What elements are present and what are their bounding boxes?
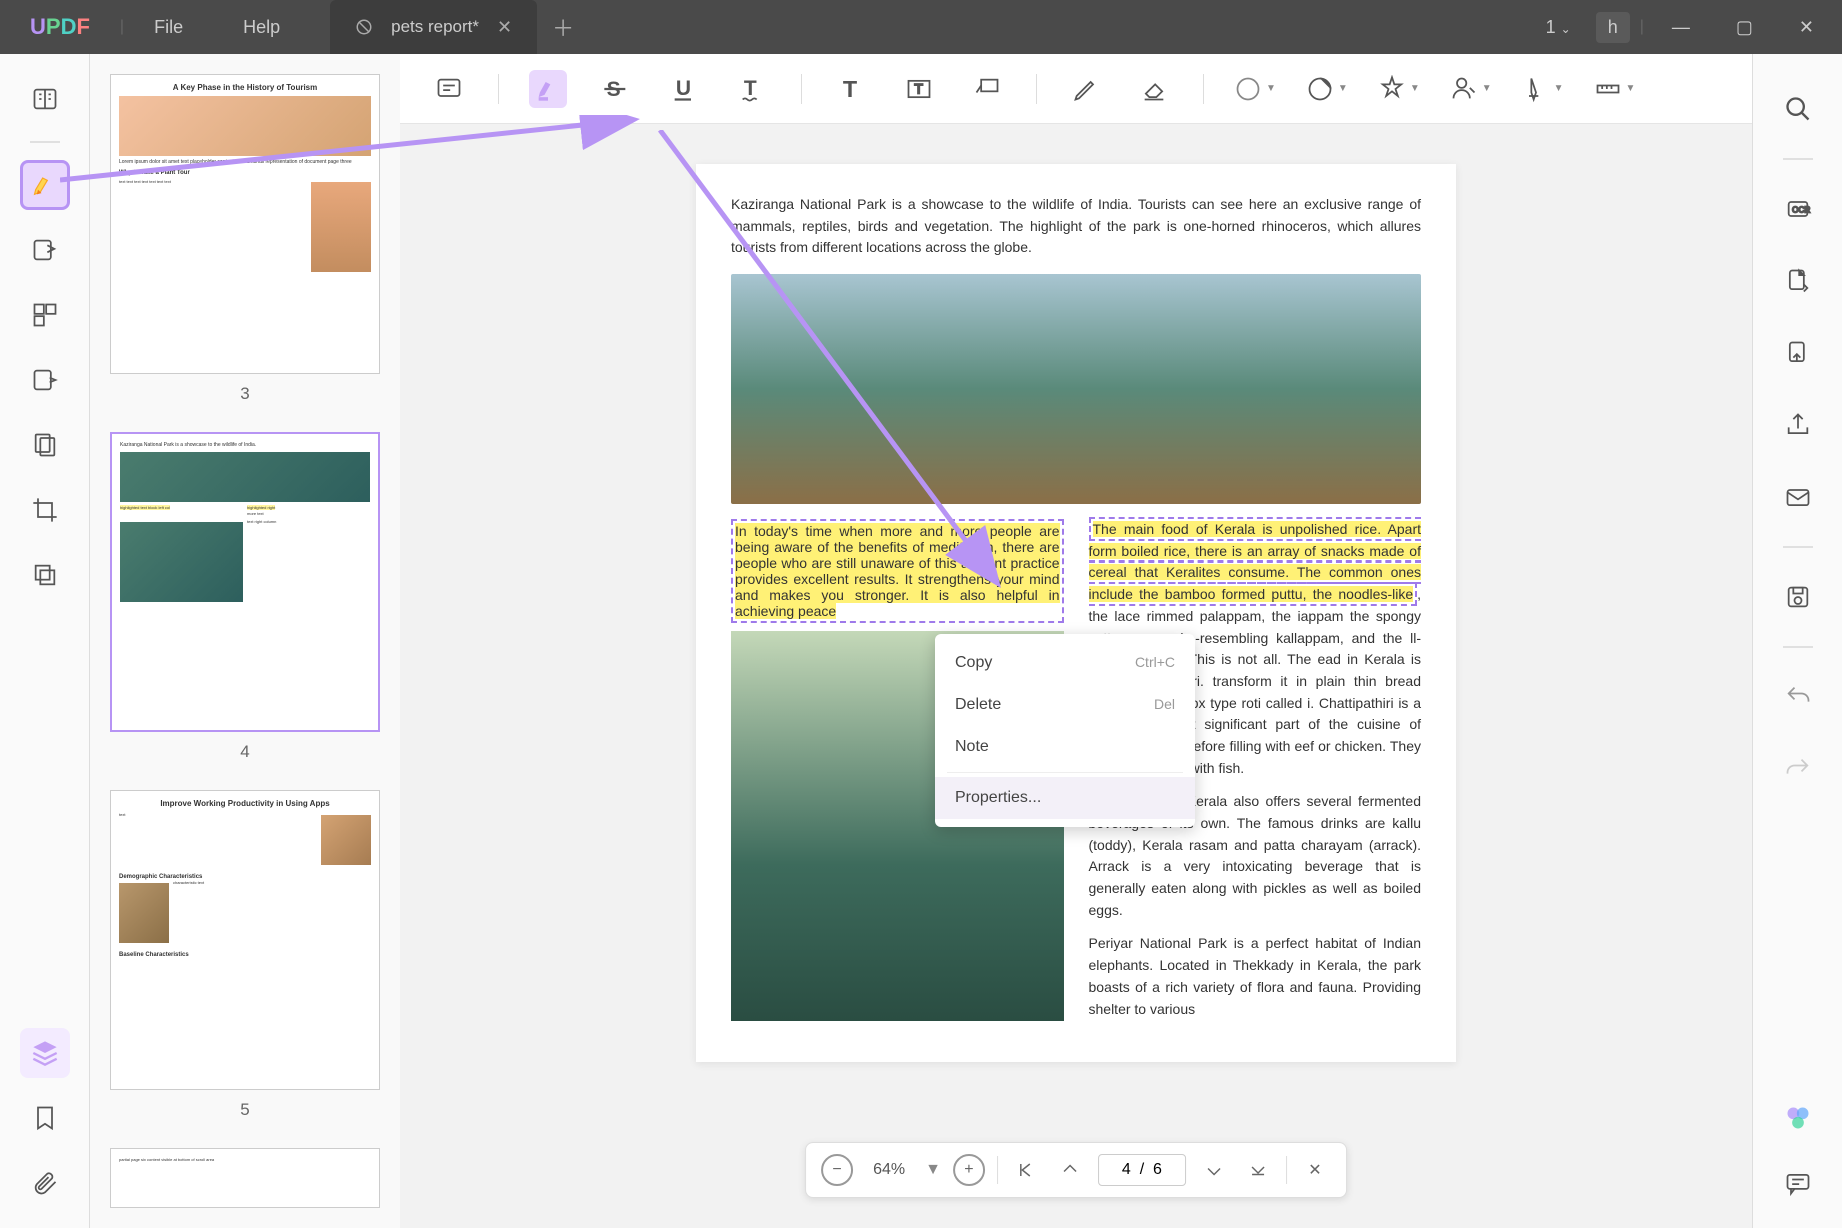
maximize-button[interactable]: ▢ bbox=[1718, 9, 1771, 46]
zoom-dropdown[interactable]: ▼ bbox=[925, 1161, 941, 1179]
svg-text:OCR: OCR bbox=[1792, 206, 1810, 215]
prev-page-button[interactable] bbox=[1054, 1154, 1086, 1186]
thumbnails-panel: A Key Phase in the History of Tourism Lo… bbox=[90, 54, 400, 1228]
minimize-button[interactable]: — bbox=[1654, 9, 1708, 46]
textbox-icon[interactable]: T bbox=[900, 70, 938, 108]
close-button[interactable]: ✕ bbox=[1781, 9, 1832, 46]
context-menu: CopyCtrl+C DeleteDel Note Properties... bbox=[935, 634, 1195, 827]
tab-doc-icon bbox=[355, 18, 373, 36]
thumb-page-6[interactable]: partial page six content visible at bott… bbox=[110, 1148, 380, 1208]
thumb-page-4[interactable]: Kaziranga National Park is a showcase to… bbox=[110, 432, 380, 762]
page-number-input[interactable] bbox=[1098, 1154, 1186, 1186]
tools-icon[interactable] bbox=[20, 420, 70, 470]
email-icon[interactable] bbox=[1773, 472, 1823, 522]
signature-dropdown[interactable]: ▼ bbox=[1450, 75, 1492, 103]
titlebar: UPDF | File Help pets report* ✕ ＋ 1 ⌄ h … bbox=[0, 0, 1842, 54]
highlight-tool-icon[interactable] bbox=[20, 160, 70, 210]
stamp-dropdown[interactable]: ▼ bbox=[1378, 75, 1420, 103]
comment-list-icon[interactable] bbox=[430, 70, 468, 108]
last-page-button[interactable] bbox=[1242, 1154, 1274, 1186]
menu-file[interactable]: File bbox=[124, 17, 213, 38]
window-count[interactable]: 1 ⌄ bbox=[1531, 9, 1586, 46]
content-area: S U T T T ▼ ▼ ▼ ▼ ▼ ▼ Kaziranga National… bbox=[400, 54, 1752, 1228]
context-delete[interactable]: DeleteDel bbox=[935, 684, 1195, 726]
organize-icon[interactable] bbox=[20, 290, 70, 340]
pdf-page: Kaziranga National Park is a showcase to… bbox=[696, 164, 1456, 1062]
context-properties[interactable]: Properties... bbox=[935, 777, 1195, 819]
convert-icon[interactable] bbox=[1773, 256, 1823, 306]
reader-mode-icon[interactable] bbox=[20, 74, 70, 124]
page-navigator: − 64% ▼ + ✕ bbox=[805, 1142, 1347, 1198]
svg-text:T: T bbox=[843, 76, 857, 102]
undo-icon[interactable] bbox=[1773, 672, 1823, 722]
close-pager-button[interactable]: ✕ bbox=[1299, 1154, 1331, 1186]
svg-text:T: T bbox=[744, 76, 757, 99]
tab-title: pets report* bbox=[391, 17, 479, 37]
hero-image bbox=[731, 274, 1421, 504]
export-icon[interactable] bbox=[1773, 328, 1823, 378]
zoom-out-button[interactable]: − bbox=[821, 1154, 853, 1186]
intro-paragraph: Kaziranga National Park is a showcase to… bbox=[731, 194, 1421, 259]
bookmark-icon[interactable] bbox=[20, 1093, 70, 1143]
left-sidebar bbox=[0, 54, 90, 1228]
right-sidebar: OCR bbox=[1752, 54, 1842, 1228]
tab-close-icon[interactable]: ✕ bbox=[497, 17, 512, 38]
thumb-page-3[interactable]: A Key Phase in the History of Tourism Lo… bbox=[110, 74, 380, 404]
highlight-selection-left[interactable]: In today's time when more and more peopl… bbox=[731, 519, 1064, 623]
comments-panel-icon[interactable] bbox=[1773, 1158, 1823, 1208]
highlighter-icon[interactable] bbox=[529, 70, 567, 108]
underline-icon[interactable]: U bbox=[665, 70, 703, 108]
edit-tool-icon[interactable] bbox=[20, 225, 70, 275]
context-copy[interactable]: CopyCtrl+C bbox=[935, 642, 1195, 684]
share-icon[interactable] bbox=[1773, 400, 1823, 450]
redact-icon[interactable] bbox=[20, 550, 70, 600]
zoom-level: 64% bbox=[865, 1161, 913, 1179]
annotation-toolbar: S U T T T ▼ ▼ ▼ ▼ ▼ ▼ bbox=[400, 54, 1752, 124]
form-tool-icon[interactable] bbox=[20, 355, 70, 405]
callout-icon[interactable] bbox=[968, 70, 1006, 108]
first-page-button[interactable] bbox=[1010, 1154, 1042, 1186]
highlight-selection-right[interactable]: The main food of Kerala is unpolished ri… bbox=[1089, 517, 1422, 606]
strikethrough-icon[interactable]: S bbox=[597, 70, 635, 108]
search-icon[interactable] bbox=[1773, 84, 1823, 134]
next-page-button[interactable] bbox=[1198, 1154, 1230, 1186]
pencil-icon[interactable] bbox=[1067, 70, 1105, 108]
svg-text:T: T bbox=[914, 80, 923, 96]
zoom-in-button[interactable]: + bbox=[953, 1154, 985, 1186]
squiggly-icon[interactable]: T bbox=[733, 70, 771, 108]
ai-icon[interactable] bbox=[1773, 1093, 1823, 1143]
measure-dropdown[interactable]: ▼ bbox=[1594, 75, 1636, 103]
text-icon[interactable]: T bbox=[832, 70, 870, 108]
layers-icon[interactable] bbox=[20, 1028, 70, 1078]
menu-help[interactable]: Help bbox=[213, 17, 310, 38]
svg-text:U: U bbox=[676, 76, 691, 99]
crop-icon[interactable] bbox=[20, 485, 70, 535]
ocr-icon[interactable]: OCR bbox=[1773, 184, 1823, 234]
new-tab-button[interactable]: ＋ bbox=[552, 11, 574, 43]
attachment-icon[interactable] bbox=[20, 1158, 70, 1208]
sticker-dropdown[interactable]: ▼ bbox=[1306, 75, 1348, 103]
save-icon[interactable] bbox=[1773, 572, 1823, 622]
thumb-page-5[interactable]: Improve Working Productivity in Using Ap… bbox=[110, 790, 380, 1120]
user-button[interactable]: h bbox=[1596, 12, 1630, 43]
shape-dropdown[interactable]: ▼ bbox=[1234, 75, 1276, 103]
marker-dropdown[interactable]: ▼ bbox=[1522, 75, 1564, 103]
eraser-icon[interactable] bbox=[1135, 70, 1173, 108]
app-logo: UPDF bbox=[0, 14, 120, 40]
context-note[interactable]: Note bbox=[935, 726, 1195, 768]
redo-icon[interactable] bbox=[1773, 744, 1823, 794]
document-tab[interactable]: pets report* ✕ bbox=[330, 0, 537, 54]
